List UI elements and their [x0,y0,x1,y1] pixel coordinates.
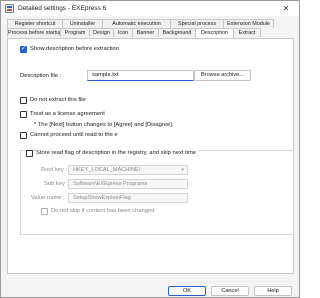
detailed-settings-window: Detailed settings - EXEpress 6 ✕ Registe… [0,0,300,298]
tab-uninstaller[interactable]: Uninstaller [62,19,103,28]
cancel-button[interactable]: Cancel [211,286,249,296]
tab-design[interactable]: Design [89,28,114,37]
tab-special-process[interactable]: Special process [170,19,224,28]
tab-extract[interactable]: Extract [233,28,261,37]
show-description-label: Show description before extraction [30,46,119,52]
tab-program[interactable]: Program [60,28,90,37]
sub-key-input[interactable]: Software\EXEpress Programs [68,179,188,189]
tab-description[interactable]: Description [195,28,234,38]
window-title: Detailed settings - EXEpress 6 [18,5,107,12]
tab-automatic-execution[interactable]: Automatic execution [102,19,171,28]
browse-archive-button[interactable]: Browse archive... [194,70,251,81]
value-name-label: Value name : [31,195,65,201]
chevron-down-icon: ▾ [181,167,184,173]
close-icon[interactable]: ✕ [275,1,297,16]
do-not-skip-checkbox[interactable] [41,208,48,215]
root-key-value: HKEY_LOCAL_MACHINE\ [73,167,141,173]
tab-row-bottom: Process before startup Program Design Ic… [7,28,261,38]
tab-icon[interactable]: Icon [113,28,133,37]
license-agreement-label: Treat as a license agreement [30,111,105,117]
license-note: * The [Next] button changes to [Agree] a… [34,122,174,128]
tab-register-shortcut[interactable]: Register shortcut [7,19,63,28]
store-read-flag-checkbox[interactable] [26,150,33,157]
root-key-label: Root key : [41,167,68,173]
do-not-skip-label: Do not skip if content has been changed [51,208,155,214]
show-description-checkbox[interactable] [20,45,27,53]
tab-banner[interactable]: Banner [132,28,159,37]
help-button[interactable]: Help [254,286,292,296]
exepress-app-icon [5,4,14,13]
cannot-proceed-label: Cannot proceed until read to the e [30,132,118,138]
description-file-label: Description file : [20,73,62,79]
root-key-combo[interactable]: HKEY_LOCAL_MACHINE\ ▾ [68,165,188,175]
sub-key-label: Sub key : [44,181,69,187]
store-read-flag-label: Store read flag of description in the re… [36,150,199,156]
tab-background[interactable]: Background [158,28,196,37]
do-not-extract-label: Do not extract this file [30,97,86,103]
description-file-input[interactable]: sample.txt [87,70,194,81]
tab-extension-module[interactable]: Extension Module [223,19,274,28]
value-name-input[interactable]: SetupShowExplainFlag [68,193,188,203]
tab-row-top: Register shortcut Uninstaller Automatic … [7,19,274,28]
do-not-extract-checkbox[interactable] [20,97,27,104]
tab-process-before-startup[interactable]: Process before startup [7,28,62,37]
title-bar: Detailed settings - EXEpress 6 ✕ [1,1,299,16]
registry-groupbox: Store read flag of description in the re… [20,150,294,235]
description-panel: Show description before extraction Descr… [7,38,294,274]
license-agreement-checkbox[interactable] [20,111,27,118]
ok-button[interactable]: OK [168,286,206,296]
cannot-proceed-checkbox[interactable] [20,132,27,139]
